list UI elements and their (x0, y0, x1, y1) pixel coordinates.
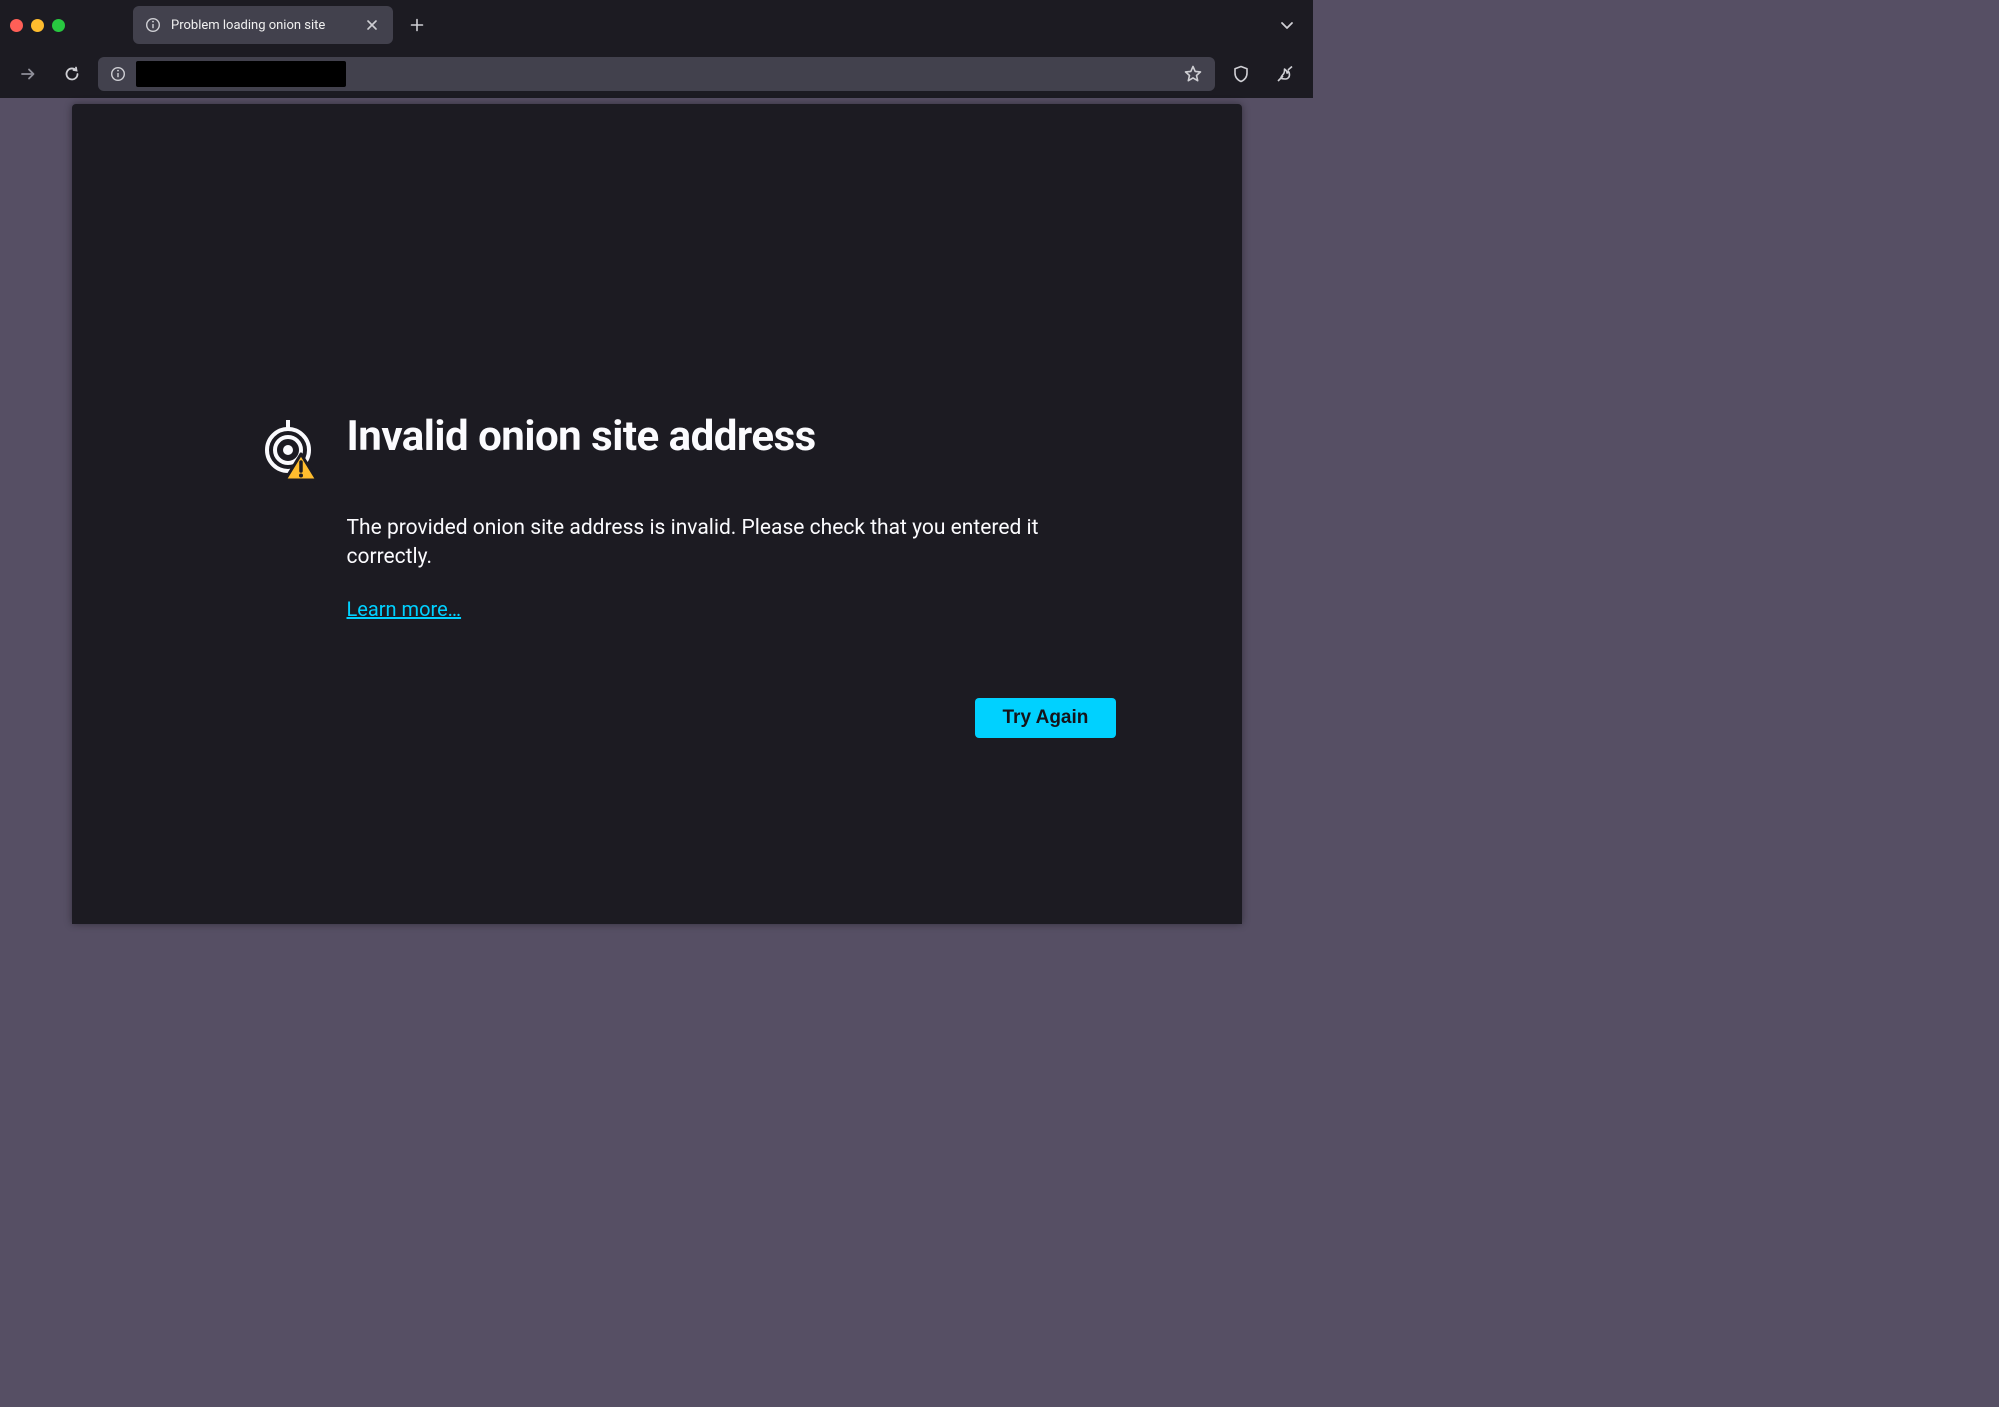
new-tab-button[interactable] (401, 9, 433, 41)
browser-tab[interactable]: Problem loading onion site (133, 6, 393, 44)
try-again-button[interactable]: Try Again (975, 698, 1117, 738)
error-block: Invalid onion site address The provided … (257, 412, 1113, 621)
urlbar (0, 50, 1313, 98)
tab-title: Problem loading onion site (171, 18, 353, 33)
error-message: The provided onion site address is inval… (347, 514, 1113, 573)
learn-more-link[interactable]: Learn more… (347, 597, 462, 621)
address-text-redacted (136, 61, 346, 87)
onion-warning-icon (257, 416, 319, 486)
new-circuit-icon[interactable] (1267, 56, 1303, 92)
bookmark-star-icon[interactable] (1183, 64, 1203, 84)
site-identity-icon[interactable] (106, 62, 130, 86)
minimize-window-button[interactable] (31, 19, 44, 32)
error-page-panel: Invalid onion site address The provided … (72, 104, 1242, 924)
shield-icon[interactable] (1223, 56, 1259, 92)
reload-button[interactable] (54, 56, 90, 92)
window-controls (10, 19, 65, 32)
close-window-button[interactable] (10, 19, 23, 32)
tabs-overflow-button[interactable] (1271, 9, 1303, 41)
forward-button[interactable] (10, 56, 46, 92)
error-title: Invalid onion site address (347, 412, 816, 461)
titlebar: Problem loading onion site (0, 0, 1313, 50)
fullscreen-window-button[interactable] (52, 19, 65, 32)
content-outer: Invalid onion site address The provided … (0, 98, 1313, 924)
error-header: Invalid onion site address (257, 412, 1113, 486)
close-tab-button[interactable] (363, 16, 381, 34)
address-bar-trailing (1183, 64, 1207, 84)
address-bar[interactable] (98, 57, 1215, 91)
info-icon (145, 17, 161, 33)
